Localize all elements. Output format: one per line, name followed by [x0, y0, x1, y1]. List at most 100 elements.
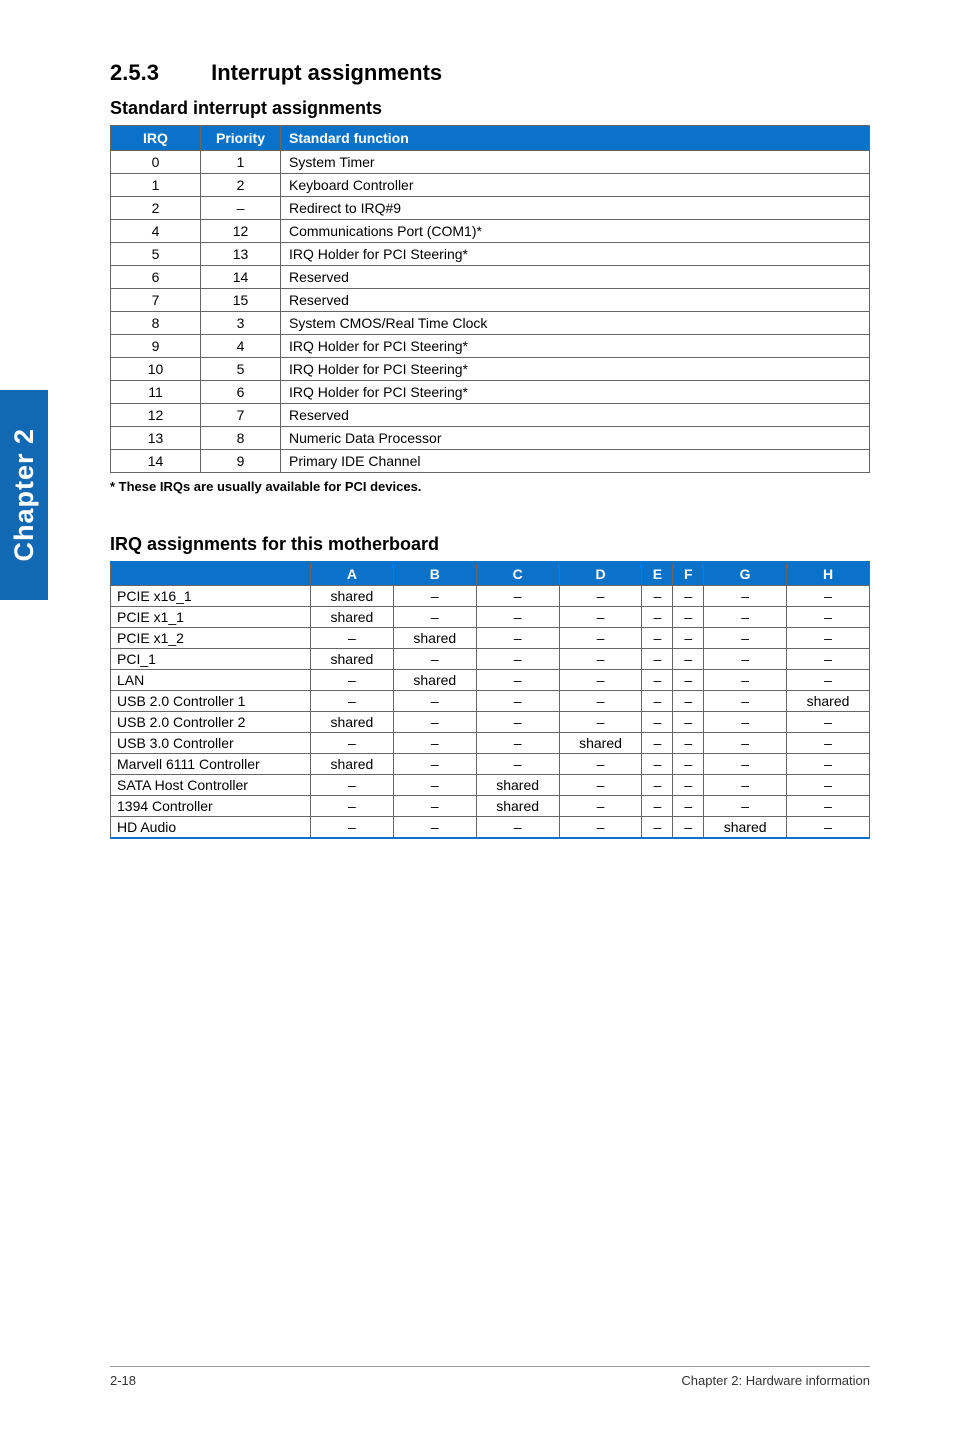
- irq-cell-function: Redirect to IRQ#9: [281, 197, 870, 220]
- table-row: 12Keyboard Controller: [111, 174, 870, 197]
- assignment-header-col: C: [476, 562, 559, 586]
- table-row: 1394 Controller––shared–––––: [111, 796, 870, 817]
- assignment-cell: –: [476, 754, 559, 775]
- assignment-cell: –: [311, 628, 394, 649]
- assignment-cell: –: [704, 691, 787, 712]
- irq-cell-irq: 7: [111, 289, 201, 312]
- irq-cell-priority: –: [201, 197, 281, 220]
- assignment-cell: –: [642, 733, 673, 754]
- assignment-cell: shared: [393, 628, 476, 649]
- section-number: 2.5.3: [110, 60, 205, 86]
- assignment-cell: –: [787, 712, 870, 733]
- assignment-cell: –: [476, 586, 559, 607]
- table-row: USB 2.0 Controller 1–––––––shared: [111, 691, 870, 712]
- assignment-cell: –: [393, 796, 476, 817]
- assignment-cell: –: [393, 733, 476, 754]
- assignment-cell: –: [673, 586, 704, 607]
- irq-cell-priority: 7: [201, 404, 281, 427]
- assignment-cell: –: [642, 796, 673, 817]
- assignment-row-label: USB 3.0 Controller: [111, 733, 311, 754]
- assignment-cell: –: [704, 628, 787, 649]
- table-row: 513IRQ Holder for PCI Steering*: [111, 243, 870, 266]
- table-row: SATA Host Controller––shared–––––: [111, 775, 870, 796]
- assignment-cell: –: [673, 796, 704, 817]
- irq-cell-function: Reserved: [281, 404, 870, 427]
- table-row: 412Communications Port (COM1)*: [111, 220, 870, 243]
- irq-cell-priority: 15: [201, 289, 281, 312]
- table-row: LAN–shared––––––: [111, 670, 870, 691]
- table-row: HD Audio––––––shared–: [111, 817, 870, 839]
- assignment-cell: –: [787, 586, 870, 607]
- table-row: Marvell 6111 Controllershared–––––––: [111, 754, 870, 775]
- irq-cell-irq: 11: [111, 381, 201, 404]
- irq-cell-irq: 8: [111, 312, 201, 335]
- assignment-row-label: LAN: [111, 670, 311, 691]
- assignment-cell: –: [673, 817, 704, 839]
- assignment-row-label: USB 2.0 Controller 2: [111, 712, 311, 733]
- assignment-cell: –: [311, 691, 394, 712]
- assignment-cell: shared: [476, 796, 559, 817]
- irq-cell-irq: 4: [111, 220, 201, 243]
- table-row: PCIE x1_1shared–––––––: [111, 607, 870, 628]
- assignment-cell: –: [476, 817, 559, 839]
- assignment-cell: –: [311, 733, 394, 754]
- assignment-cell: shared: [559, 733, 642, 754]
- assignment-cell: shared: [311, 712, 394, 733]
- assignment-cell: –: [642, 586, 673, 607]
- assignment-cell: –: [787, 733, 870, 754]
- assignment-header-col: B: [393, 562, 476, 586]
- table-row: PCIE x16_1shared–––––––: [111, 586, 870, 607]
- assignment-cell: –: [642, 754, 673, 775]
- assignment-cell: shared: [311, 607, 394, 628]
- assignment-cell: –: [704, 649, 787, 670]
- assignment-cell: shared: [476, 775, 559, 796]
- assignment-cell: –: [393, 775, 476, 796]
- irq-header-priority: Priority: [201, 126, 281, 151]
- irq-cell-irq: 9: [111, 335, 201, 358]
- assignment-cell: –: [559, 586, 642, 607]
- assignment-header-col: E: [642, 562, 673, 586]
- chapter-tab-label: Chapter 2: [9, 428, 40, 562]
- assignment-cell: –: [704, 733, 787, 754]
- irq-cell-priority: 3: [201, 312, 281, 335]
- assignment-cell: –: [642, 670, 673, 691]
- irq-cell-irq: 14: [111, 450, 201, 473]
- table-row: 138Numeric Data Processor: [111, 427, 870, 450]
- assignment-cell: –: [476, 733, 559, 754]
- assignment-row-label: Marvell 6111 Controller: [111, 754, 311, 775]
- irq-cell-priority: 4: [201, 335, 281, 358]
- assignment-cell: –: [311, 817, 394, 839]
- irq-cell-function: Primary IDE Channel: [281, 450, 870, 473]
- assignment-cell: –: [787, 628, 870, 649]
- assignment-cell: –: [673, 754, 704, 775]
- assignment-cell: –: [476, 712, 559, 733]
- assignment-cell: –: [704, 712, 787, 733]
- irq-cell-priority: 9: [201, 450, 281, 473]
- irq-table-header-row: IRQ Priority Standard function: [111, 126, 870, 151]
- irq-cell-function: Communications Port (COM1)*: [281, 220, 870, 243]
- assignment-cell: –: [642, 628, 673, 649]
- assignment-row-label: 1394 Controller: [111, 796, 311, 817]
- assignment-row-label: SATA Host Controller: [111, 775, 311, 796]
- assignment-cell: –: [787, 775, 870, 796]
- assignment-cell: –: [476, 649, 559, 670]
- assignment-cell: shared: [393, 670, 476, 691]
- table-row: 116IRQ Holder for PCI Steering*: [111, 381, 870, 404]
- assignment-cell: –: [642, 607, 673, 628]
- assignment-cell: –: [559, 691, 642, 712]
- irq-cell-priority: 14: [201, 266, 281, 289]
- assignment-cell: –: [642, 775, 673, 796]
- assignment-header-col: G: [704, 562, 787, 586]
- subheading-standard: Standard interrupt assignments: [110, 98, 870, 119]
- assignment-cell: –: [559, 670, 642, 691]
- assignment-cell: –: [393, 754, 476, 775]
- assignment-row-label: HD Audio: [111, 817, 311, 839]
- assignment-cell: –: [704, 586, 787, 607]
- assignment-header-col: H: [787, 562, 870, 586]
- irq-cell-function: Reserved: [281, 289, 870, 312]
- assignment-cell: –: [393, 817, 476, 839]
- table-row: USB 3.0 Controller–––shared––––: [111, 733, 870, 754]
- assignment-header-col: A: [311, 562, 394, 586]
- irq-table: IRQ Priority Standard function 01System …: [110, 125, 870, 473]
- irq-cell-irq: 13: [111, 427, 201, 450]
